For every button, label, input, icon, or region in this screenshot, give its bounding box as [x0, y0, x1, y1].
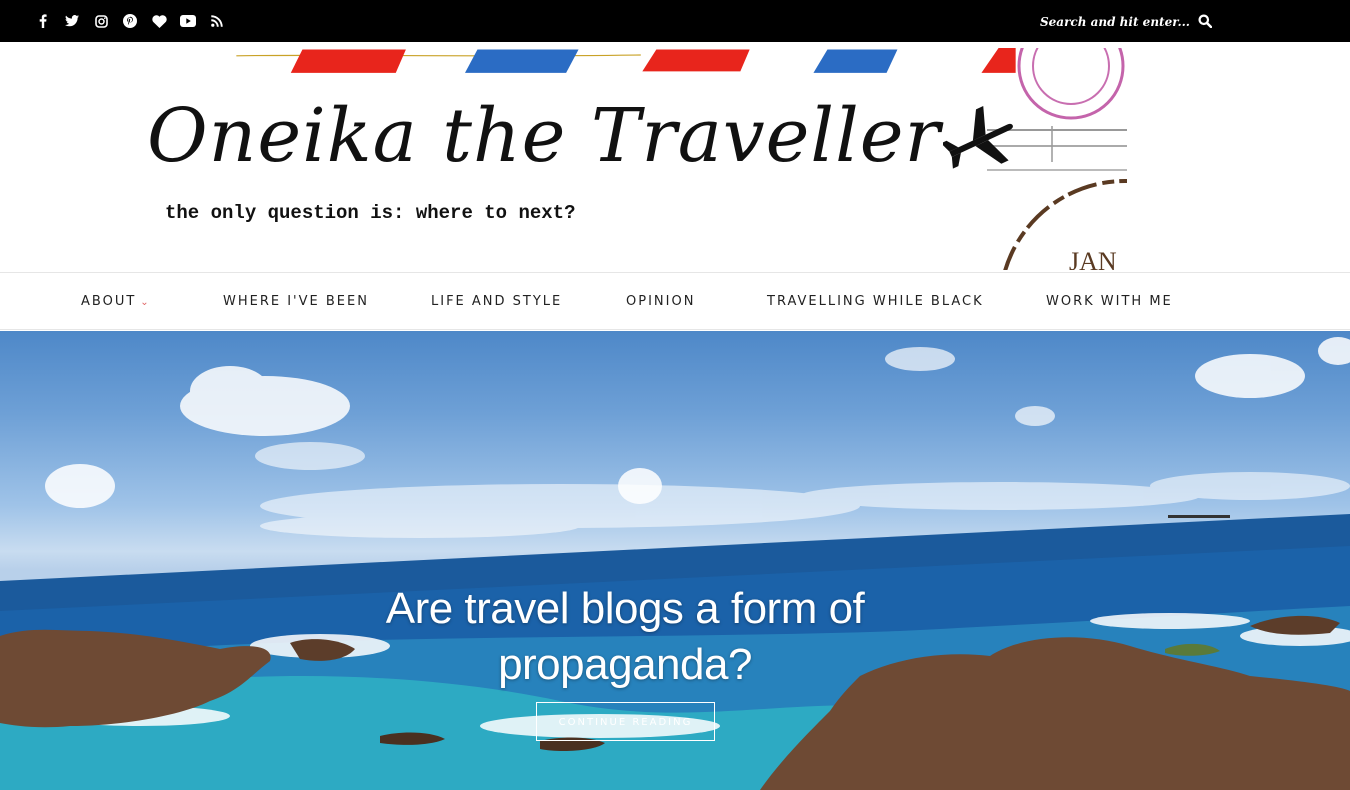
site-logo-banner[interactable]: JAN Oneika the Traveller the only questi… [125, 48, 1127, 270]
site-header: JAN Oneika the Traveller the only questi… [0, 42, 1350, 272]
twitter-icon[interactable] [63, 12, 81, 30]
facebook-icon[interactable] [34, 12, 52, 30]
airmail-stripe-decoration [236, 48, 1016, 73]
nav-item-work-with-me[interactable]: WORK WITH ME [1046, 273, 1173, 330]
pinterest-icon[interactable] [121, 12, 139, 30]
rss-icon[interactable] [208, 12, 226, 30]
nav-item-label: ABOUT [81, 294, 137, 309]
nav-item-travelling-while-black[interactable]: TRAVELLING WHILE BLACK [767, 273, 984, 330]
social-links [34, 0, 226, 42]
featured-post-title[interactable]: Are travel blogs a form of propaganda? [330, 581, 920, 693]
instagram-icon[interactable] [92, 12, 110, 30]
site-title[interactable]: Oneika the Traveller [147, 93, 941, 179]
search-icon[interactable] [1198, 14, 1214, 30]
continue-reading-button[interactable]: CONTINUE READING [536, 702, 715, 741]
main-navigation: ABOUT ⌄ WHERE I'VE BEEN LIFE AND STYLE OP… [0, 272, 1350, 330]
round-stamp-decoration: JAN [1003, 179, 1127, 270]
nav-item-where-ive-been[interactable]: WHERE I'VE BEEN [223, 273, 369, 330]
nav-item-opinion[interactable]: OPINION [626, 273, 695, 330]
youtube-icon[interactable] [179, 12, 197, 30]
chevron-down-icon: ⌄ [140, 297, 151, 308]
site-tagline: the only question is: where to next? [165, 202, 576, 224]
search-input[interactable] [1040, 11, 1190, 33]
postmark-text: JAN [1069, 247, 1117, 270]
nav-item-life-and-style[interactable]: LIFE AND STYLE [431, 273, 562, 330]
airplane-icon [943, 105, 1013, 169]
nav-item-about[interactable]: ABOUT ⌄ [81, 273, 151, 330]
top-bar [0, 0, 1350, 42]
featured-post-hero[interactable]: Are travel blogs a form of propaganda? C… [0, 331, 1350, 790]
bloglovin-heart-icon[interactable] [150, 12, 168, 30]
postmark-decoration [1017, 48, 1125, 120]
